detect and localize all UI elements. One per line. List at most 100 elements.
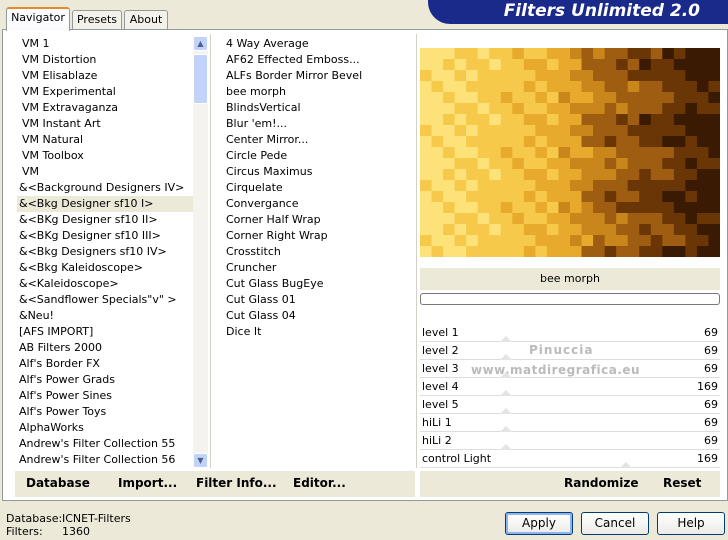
category-item[interactable]: &<Bkg Kaleidoscope> [17, 260, 193, 276]
left-button-bar: Database Import... Filter Info... Editor… [15, 471, 415, 497]
randomize-button[interactable]: Randomize [564, 476, 638, 490]
cancel-button[interactable]: Cancel [581, 512, 649, 535]
category-item[interactable]: &<Background Designers IV> [17, 180, 193, 196]
editor-button[interactable]: Editor... [293, 476, 346, 490]
category-scrollbar[interactable]: ▲ ▼ [193, 36, 208, 468]
filter-list[interactable]: 4 Way Average AF62 Effected Emboss... ALFs… [224, 36, 414, 468]
param-value: 169 [697, 380, 718, 393]
param-slider-row[interactable]: control Light 169 [420, 450, 720, 468]
category-item[interactable]: &<BKg Designer sf10 III> [17, 228, 193, 244]
category-item[interactable]: Andrew's Filter Collection 55 [17, 436, 193, 452]
filter-item[interactable]: Corner Right Wrap [224, 228, 414, 244]
param-slider-row[interactable]: level 1 69 [420, 324, 720, 342]
category-item[interactable]: AlphaWorks [17, 420, 193, 436]
category-item[interactable]: AB Filters 2000 [17, 340, 193, 356]
help-button[interactable]: Help [657, 512, 725, 535]
param-label: control Light [422, 452, 492, 465]
category-item[interactable]: VM Toolbox [17, 148, 193, 164]
filter-item[interactable]: 4 Way Average [224, 36, 414, 52]
category-item[interactable]: &<Bkg Designers sf10 IV> [17, 244, 193, 260]
filter-item[interactable]: Cirquelate [224, 180, 414, 196]
scroll-up-button[interactable]: ▲ [193, 36, 208, 51]
category-item[interactable]: VM Natural [17, 132, 193, 148]
category-item[interactable]: &<Kaleidoscope> [17, 276, 193, 292]
filter-preview [420, 48, 721, 258]
param-label: hiLi 2 [422, 434, 452, 447]
scroll-thumb[interactable] [193, 54, 208, 104]
category-item[interactable]: [AFS IMPORT] [17, 324, 193, 340]
category-item[interactable]: Andrew's Filter Collection 56 [17, 452, 193, 468]
category-item[interactable]: VM Extravaganza [17, 100, 193, 116]
filter-item[interactable]: Center Mirror... [224, 132, 414, 148]
tab-navigator[interactable]: Navigator [6, 7, 70, 31]
category-item[interactable]: &<Bkg Designer sf10 I> [17, 196, 193, 212]
category-item[interactable]: &<BKg Designer sf10 II> [17, 212, 193, 228]
category-item[interactable]: Alf's Border FX [17, 356, 193, 372]
preview-filter-name: bee morph [420, 268, 720, 290]
list-divider [210, 34, 211, 468]
filter-item[interactable]: Circus Maximus [224, 164, 414, 180]
filter-item[interactable]: ALFs Border Mirror Bevel [224, 68, 414, 84]
filter-info-button[interactable]: Filter Info... [196, 476, 277, 490]
database-status-label: Database: [6, 512, 63, 525]
param-label: level 4 [422, 380, 459, 393]
filter-item[interactable]: Blur 'em!... [224, 116, 414, 132]
apply-button[interactable]: Apply [505, 512, 573, 535]
param-value: 69 [704, 344, 718, 357]
param-value: 169 [697, 452, 718, 465]
param-label: level 1 [422, 326, 459, 339]
category-list[interactable]: VM 1 VM Distortion VM Elisablaze VM Experim… [17, 36, 193, 468]
scroll-down-button[interactable]: ▼ [193, 453, 208, 468]
filter-item[interactable]: Corner Half Wrap [224, 212, 414, 228]
database-status-value: ICNET-Filters [62, 512, 131, 525]
param-label: level 5 [422, 398, 459, 411]
param-slider-row[interactable]: hiLi 2 69 [420, 432, 720, 450]
param-slider-row[interactable]: level 2 69 [420, 342, 720, 360]
filter-item[interactable]: Circle Pede [224, 148, 414, 164]
preview-filter-label: bee morph [540, 272, 600, 285]
param-slider-row[interactable]: hiLi 1 69 [420, 414, 720, 432]
param-slider-row[interactable]: level 5 69 [420, 396, 720, 414]
slider-track[interactable] [420, 467, 720, 468]
filter-item[interactable]: Cut Glass BugEye [224, 276, 414, 292]
filter-item[interactable]: bee morph [224, 84, 414, 100]
param-slider-row[interactable]: level 4 169 [420, 378, 720, 396]
param-slider-row[interactable]: level 3 69 [420, 360, 720, 378]
param-value: 69 [704, 362, 718, 375]
filter-item[interactable]: Cut Glass 04 [224, 308, 414, 324]
list-divider [416, 34, 417, 468]
filter-item[interactable]: Convergance [224, 196, 414, 212]
filter-item[interactable]: Cut Glass 01 [224, 292, 414, 308]
param-label: level 2 [422, 344, 459, 357]
filters-count-label: Filters: [6, 525, 43, 538]
import-button[interactable]: Import... [118, 476, 177, 490]
category-item[interactable]: &<Sandflower Specials"v" > [17, 292, 193, 308]
category-item[interactable]: Alf's Power Grads [17, 372, 193, 388]
app-title: Filters Unlimited 2.0 [503, 1, 700, 21]
category-item[interactable]: VM [17, 164, 193, 180]
database-button[interactable]: Database [26, 476, 90, 490]
category-item[interactable]: VM 1 [17, 36, 193, 52]
param-label: level 3 [422, 362, 459, 375]
param-label: hiLi 1 [422, 416, 452, 429]
filter-item[interactable]: Cruncher [224, 260, 414, 276]
tab-about[interactable]: About [124, 10, 168, 29]
reset-button[interactable]: Reset [663, 476, 701, 490]
category-item[interactable]: VM Experimental [17, 84, 193, 100]
category-item[interactable]: Alf's Power Toys [17, 404, 193, 420]
filter-item[interactable]: Dice It [224, 324, 414, 340]
category-item[interactable]: VM Elisablaze [17, 68, 193, 84]
param-value: 69 [704, 398, 718, 411]
filter-item[interactable]: AF62 Effected Emboss... [224, 52, 414, 68]
category-item[interactable]: Alf's Power Sines [17, 388, 193, 404]
preview-image [420, 48, 721, 258]
slider-thumb[interactable] [620, 462, 632, 468]
tab-presets[interactable]: Presets [72, 10, 122, 29]
title-banner: Filters Unlimited 2.0 [428, 0, 728, 24]
filter-item[interactable]: Crosstitch [224, 244, 414, 260]
category-item[interactable]: &Neu! [17, 308, 193, 324]
category-item[interactable]: VM Distortion [17, 52, 193, 68]
filter-item[interactable]: BlindsVertical [224, 100, 414, 116]
category-item[interactable]: VM Instant Art [17, 116, 193, 132]
right-button-bar: Randomize Reset [420, 471, 720, 497]
